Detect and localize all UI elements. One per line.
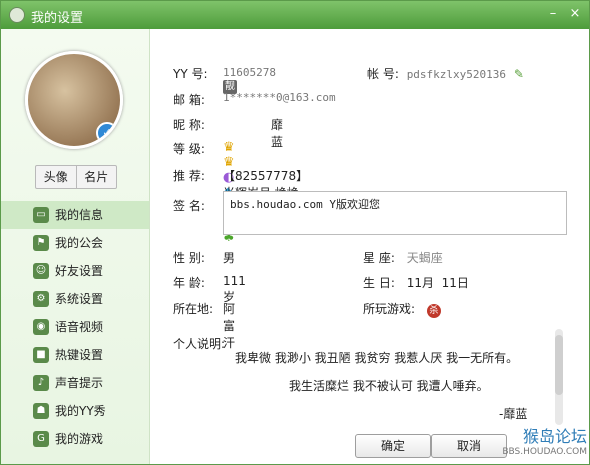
watermark-url: BBS.HOUDAO.COM — [502, 447, 587, 457]
settings-window: 我的设置 – × ✓ 头像 名片 ▭ 我的信息 ⚑ 我的公会 ☺ 好友设置 ⚙ 系统设置… — [0, 0, 590, 465]
confirm-button[interactable]: 确定 — [355, 434, 431, 458]
nickname-label: 昵 称: — [173, 118, 205, 132]
sidebar-item-label: 好友设置 — [55, 264, 104, 278]
sidebar-item-friend-settings[interactable]: ☺ 好友设置 — [1, 257, 149, 285]
yy-value: 11605278 — [223, 66, 276, 79]
games-row: 所玩游戏: 杀 — [363, 300, 441, 318]
music-note-icon: ♪ — [33, 375, 49, 391]
sidebar-item-label: 我的游戏 — [55, 432, 104, 446]
description-box: 个人说明: 我卑微 我渺小 我丑陋 我贫穷 我惹人厌 我一无所有。 我生活糜烂 … — [173, 329, 563, 425]
sidebar-item-games[interactable]: G 我的游戏 — [1, 425, 149, 453]
gender-label: 性 别: — [173, 251, 205, 265]
verified-badge-icon: ✓ — [96, 122, 118, 144]
sidebar: ✓ 头像 名片 ▭ 我的信息 ⚑ 我的公会 ☺ 好友设置 ⚙ 系统设置 ◉ 语音视频 ■ 热… — [1, 29, 150, 464]
yy-label: YY 号: — [173, 67, 208, 81]
location-label: 所在地: — [173, 302, 214, 316]
avatar[interactable]: ✓ — [25, 51, 123, 149]
sidebar-item-label: 声音提示 — [55, 376, 104, 390]
title-bar: 我的设置 – × — [1, 1, 589, 29]
signature-label: 签 名: — [173, 199, 205, 213]
crown-icon: ♛ — [223, 140, 235, 155]
watermark-title: 猴岛论坛 — [522, 427, 587, 446]
scrollbar-thumb[interactable] — [555, 335, 563, 395]
zodiac-row: 星 座: 天蝎座 — [363, 249, 443, 266]
birthday-row: 生 日: 11月 11日 — [363, 274, 469, 291]
email-label: 邮 箱: — [173, 93, 205, 107]
profile-panel: YY 号: 11605278 靓 帐 号: pdsfkzlxy520136 ✎ … — [151, 29, 589, 464]
avatar-tabs: 头像 名片 — [35, 165, 117, 189]
account-row: 帐 号: pdsfkzlxy520136 ✎ — [367, 65, 524, 82]
sidebar-item-system-settings[interactable]: ⚙ 系统设置 — [1, 285, 149, 313]
sidebar-item-label: 我的公会 — [55, 236, 104, 250]
zodiac-label: 星 座: — [363, 251, 395, 265]
flag-icon: ⚑ — [33, 235, 49, 251]
gear-icon: ⚙ — [33, 291, 49, 307]
sidebar-item-yy-show[interactable]: ☗ 我的YY秀 — [1, 397, 149, 425]
gender-value: 男 — [223, 251, 236, 265]
signature-field[interactable]: bbs.houdao.com Y版欢迎您 — [223, 191, 567, 235]
sidebar-item-label: 热键设置 — [55, 348, 104, 362]
hotkey-icon: ■ — [33, 347, 49, 363]
sidebar-nav: ▭ 我的信息 ⚑ 我的公会 ☺ 好友设置 ⚙ 系统设置 ◉ 语音视频 ■ 热键设置 ♪ 声音提… — [1, 201, 149, 453]
sidebar-item-label: 我的YY秀 — [55, 404, 106, 418]
sidebar-item-voice-video[interactable]: ◉ 语音视频 — [1, 313, 149, 341]
minimize-button[interactable]: – — [545, 7, 561, 21]
account-label: 帐 号: — [367, 67, 399, 81]
account-value: pdsfkzlxy520136 — [406, 68, 507, 81]
age-label: 年 龄: — [173, 276, 205, 290]
sidebar-item-sound[interactable]: ♪ 声音提示 — [1, 369, 149, 397]
yy-show-icon: ☗ — [33, 403, 49, 419]
birthday-label: 生 日: — [363, 276, 395, 290]
card-button[interactable]: 名片 — [75, 166, 117, 188]
description-line-3: -靡蓝 — [499, 407, 528, 421]
recommend-label: 推 荐: — [173, 169, 205, 183]
description-label: 个人说明: — [173, 337, 226, 351]
game-sanguosha-icon[interactable]: 杀 — [426, 304, 441, 318]
sidebar-item-label: 语音视频 — [55, 320, 104, 334]
level-label: 等 级: — [173, 142, 205, 156]
description-scrollbar[interactable] — [555, 329, 563, 425]
games-label: 所玩游戏: — [363, 302, 416, 316]
friend-settings-icon: ☺ — [33, 263, 49, 279]
sidebar-item-guild[interactable]: ⚑ 我的公会 — [1, 229, 149, 257]
avatar-button[interactable]: 头像 — [36, 166, 76, 188]
email-value: 1*******0@163.com — [223, 91, 336, 104]
window-title: 我的设置 — [31, 11, 84, 26]
zodiac-value: 天蝎座 — [406, 251, 443, 265]
description-line-2: 我生活糜烂 我不被认可 我遭人唾弃。 — [289, 379, 489, 393]
voice-video-icon: ◉ — [33, 319, 49, 335]
sidebar-item-hotkeys[interactable]: ■ 热键设置 — [1, 341, 149, 369]
sidebar-item-label: 我的信息 — [55, 208, 104, 222]
profile-card-icon: ▭ — [33, 207, 49, 223]
nickname-value: 靡蓝 — [271, 118, 284, 149]
game-icon: G — [33, 431, 49, 447]
watermark: 猴岛论坛 BBS.HOUDAO.COM — [495, 423, 587, 459]
app-icon — [9, 7, 25, 23]
close-button[interactable]: × — [567, 7, 583, 21]
sidebar-item-label: 系统设置 — [55, 292, 104, 306]
edit-account-icon[interactable]: ✎ — [514, 67, 524, 81]
birthday-value: 11月 11日 — [406, 276, 469, 290]
description-line-1: 我卑微 我渺小 我丑陋 我贫穷 我惹人厌 我一无所有。 — [235, 351, 519, 365]
sidebar-item-my-info[interactable]: ▭ 我的信息 — [1, 201, 149, 229]
